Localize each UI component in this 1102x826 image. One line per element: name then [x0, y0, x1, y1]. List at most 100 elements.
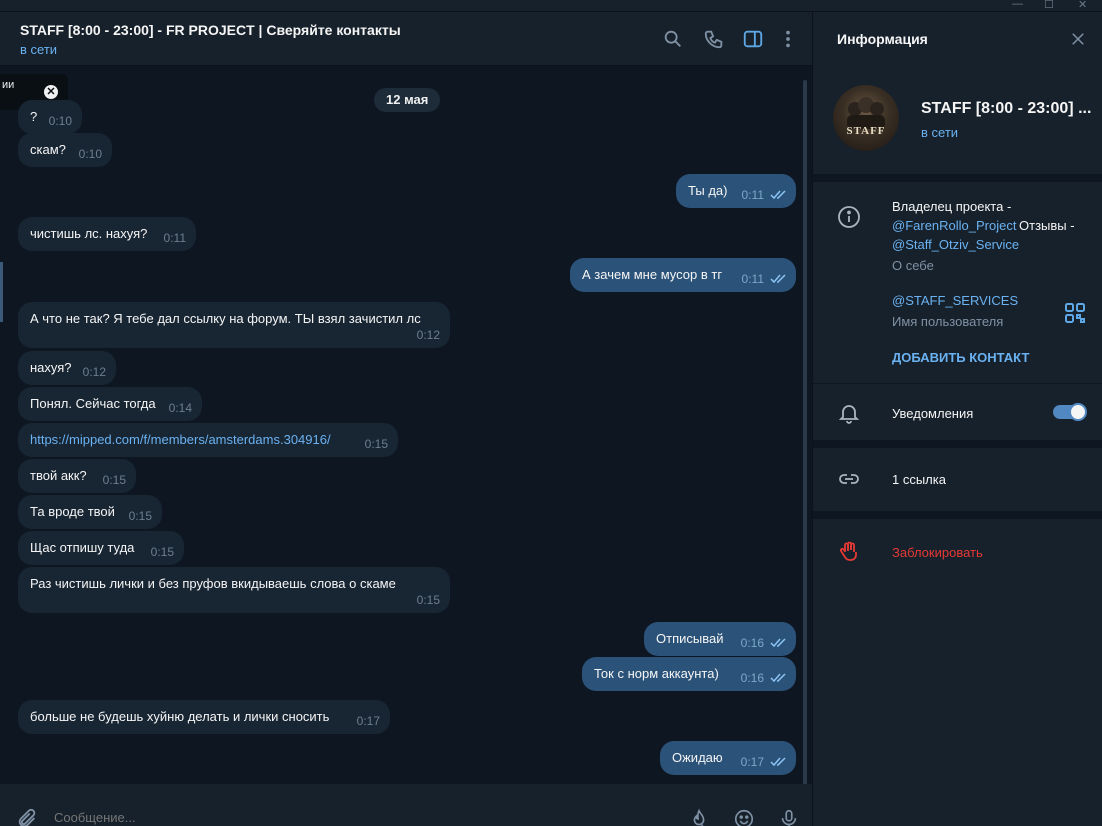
message-text: Понял. Сейчас тогда — [30, 396, 156, 411]
double-check-icon — [770, 757, 786, 767]
phone-icon[interactable] — [703, 28, 725, 50]
incoming-message[interactable]: чистишь лс. нахуя? 0:11 — [18, 217, 196, 251]
outgoing-message[interactable]: Ты да) 0:11 — [676, 174, 796, 208]
incoming-message[interactable]: Понял. Сейчас тогда 0:14 — [18, 387, 202, 421]
message-time: 0:11 — [163, 231, 186, 245]
incoming-message[interactable]: твой акк? 0:15 — [18, 459, 136, 493]
attach-icon[interactable] — [16, 808, 38, 826]
search-icon[interactable] — [662, 28, 684, 50]
bio-link-reviews[interactable]: @Staff_Otziv_Service — [892, 237, 1019, 252]
toast-text: ии — [2, 79, 15, 91]
message-text: Та вроде твой — [30, 504, 115, 519]
message-text: чистишь лс. нахуя? — [30, 226, 148, 241]
chat-header[interactable]: STAFF [8:00 - 23:00] - FR PROJECT | Свер… — [0, 12, 812, 66]
incoming-message[interactable]: скам? 0:10 — [18, 133, 112, 167]
message-time: 0:15 — [416, 593, 440, 607]
message-link[interactable]: https://mipped.com/f/members/amsterdams.… — [30, 432, 331, 447]
outgoing-message[interactable]: Отписывай 0:16 — [644, 622, 796, 656]
hand-block-icon — [837, 540, 861, 564]
message-text: Ты да) — [688, 183, 728, 198]
incoming-message[interactable]: Раз чистишь лички и без пруфов вкидываеш… — [18, 567, 450, 613]
minimize-button[interactable]: — — [1012, 0, 1023, 10]
divider — [813, 440, 1102, 448]
composer: 1н — [0, 784, 812, 826]
message-text: Щас отпишу туда — [30, 540, 135, 555]
scrollbar[interactable] — [803, 80, 807, 794]
message-time: 0:17 — [356, 714, 380, 728]
emoji-icon[interactable] — [733, 808, 755, 826]
sidebar-toggle-icon[interactable] — [742, 28, 764, 50]
bio-caption: О себе — [892, 258, 934, 273]
chat-list-edge — [0, 262, 3, 322]
double-check-icon — [770, 274, 786, 284]
username-caption: Имя пользователя — [892, 314, 1004, 329]
shared-links[interactable]: 1 ссылка — [892, 472, 946, 487]
message-text: скам? — [30, 142, 66, 157]
chat-title[interactable]: STAFF [8:00 - 23:00] - FR PROJECT | Свер… — [20, 22, 401, 38]
message-text: Раз чистишь лички и без пруфов вкидываеш… — [30, 576, 396, 591]
notifications-label: Уведомления — [892, 406, 974, 421]
avatar[interactable]: STAFF — [833, 85, 899, 151]
divider — [813, 511, 1102, 519]
link-icon — [837, 467, 861, 491]
message-time: 0:16 — [740, 671, 764, 685]
outgoing-message[interactable]: Ожидаю 0:17 — [660, 741, 796, 775]
qr-code-icon[interactable] — [1063, 301, 1085, 323]
username[interactable]: @STAFF_SERVICES — [892, 293, 1018, 308]
message-time: 0:17 — [740, 755, 764, 769]
double-check-icon — [770, 638, 786, 648]
message-time: 0:15 — [150, 545, 174, 559]
incoming-message[interactable]: А что не так? Я тебе дал ссылку на форум… — [18, 302, 450, 348]
info-panel-title: Информация — [837, 31, 928, 47]
message-text: Ожидаю — [672, 750, 723, 765]
profile-name: STAFF [8:00 - 23:00] ... — [921, 100, 1092, 117]
chat-panel: STAFF [8:00 - 23:00] - FR PROJECT | Свер… — [0, 12, 812, 826]
profile-status: в сети — [921, 125, 959, 140]
block-button[interactable]: Заблокировать — [892, 545, 983, 560]
message-time: 0:10 — [48, 114, 72, 128]
incoming-message[interactable]: нахуя? 0:12 — [18, 351, 116, 385]
message-time: 0:11 — [741, 188, 764, 202]
add-contact-button[interactable]: ДОБАВИТЬ КОНТАКТ — [892, 350, 1029, 365]
chat-status: в сети — [20, 42, 58, 57]
incoming-message[interactable]: ? 0:10 — [18, 100, 82, 134]
divider — [813, 383, 1102, 384]
microphone-icon[interactable] — [778, 808, 800, 826]
incoming-message[interactable]: больше не будешь хуйню делать и лички сн… — [18, 700, 390, 734]
message-input[interactable] — [54, 810, 554, 825]
telegram-window: — ☐ ✕ STAFF [8:00 - 23:00] - FR PROJECT … — [0, 0, 1102, 826]
maximize-button[interactable]: ☐ — [1044, 0, 1054, 11]
message-text: твой акк? — [30, 468, 87, 483]
double-check-icon — [770, 673, 786, 683]
notifications-toggle[interactable] — [1053, 403, 1087, 421]
more-icon[interactable] — [777, 28, 799, 50]
bell-icon — [837, 401, 861, 425]
bio-link-owner[interactable]: @FarenRollo_Project — [892, 218, 1016, 233]
incoming-message[interactable]: Та вроде твой 0:15 — [18, 495, 162, 529]
info-icon — [837, 205, 861, 229]
incoming-message[interactable]: Щас отпишу туда 0:15 — [18, 531, 184, 565]
divider — [813, 174, 1102, 182]
message-time: 0:15 — [128, 509, 152, 523]
message-time: 0:15 — [364, 437, 388, 451]
message-text: А зачем мне мусор в тг — [582, 267, 723, 282]
message-text: Отписывай — [656, 631, 724, 646]
bio-reviews-label: Отзывы - — [1019, 218, 1075, 233]
message-time: 0:14 — [168, 401, 192, 415]
outgoing-message[interactable]: Ток с норм аккаунта) 0:16 — [582, 657, 796, 691]
message-time: 0:10 — [78, 147, 102, 161]
incoming-message[interactable]: https://mipped.com/f/members/amsterdams.… — [18, 423, 398, 457]
message-time: 0:12 — [416, 328, 440, 342]
message-text: Ток с норм аккаунта) — [594, 666, 719, 681]
message-text: нахуя? — [30, 360, 72, 375]
avatar-label: STAFF — [846, 125, 886, 137]
close-icon[interactable] — [1069, 30, 1087, 48]
bio-line-1: Владелец проекта - — [892, 199, 1012, 214]
close-icon[interactable]: ✕ — [44, 85, 58, 99]
message-text: больше не будешь хуйню делать и лички сн… — [30, 709, 330, 724]
message-time: 0:16 — [740, 636, 764, 650]
window-close-button[interactable]: ✕ — [1078, 0, 1087, 11]
message-time: 0:12 — [82, 365, 106, 379]
toggle-knob — [1069, 403, 1087, 421]
outgoing-message[interactable]: А зачем мне мусор в тг 0:11 — [570, 258, 796, 292]
